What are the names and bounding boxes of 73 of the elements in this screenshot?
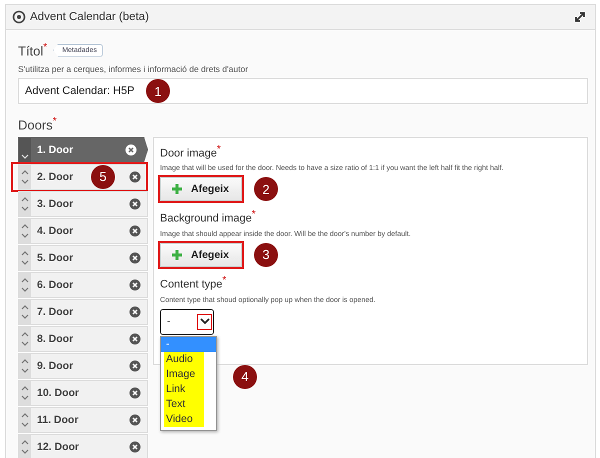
add-button[interactable]: Afegeix (160, 177, 242, 202)
door-label: 10. Door (37, 386, 80, 399)
chevron-down-icon[interactable] (200, 318, 210, 326)
move-up-icon[interactable] (21, 276, 29, 283)
field-label: Títol$^{*}$ (18, 42, 48, 58)
move-down-icon[interactable] (21, 314, 29, 320)
door-label: 9. Door (37, 360, 74, 372)
remove-icon[interactable] (129, 440, 141, 453)
callout-number: 2 (254, 177, 278, 202)
move-down-icon[interactable] (21, 368, 29, 374)
remove-icon[interactable] (129, 252, 141, 264)
expand-icon[interactable] (573, 10, 587, 24)
remove-icon[interactable] (129, 306, 141, 318)
door-label: 2. Door (37, 170, 74, 183)
callout-number: 3 (254, 242, 278, 267)
plus-icon (171, 248, 183, 261)
remove-icon[interactable] (129, 360, 141, 372)
door-list-item[interactable]: 10. Door (18, 380, 148, 406)
move-down-icon[interactable] (21, 260, 29, 266)
remove-icon[interactable] (129, 332, 141, 345)
remove-icon[interactable] (129, 198, 141, 210)
plus-icon (171, 183, 183, 196)
move-down-icon[interactable] (21, 232, 29, 239)
move-down-icon[interactable] (21, 422, 29, 428)
door-list-item[interactable]: 6. Door (18, 272, 148, 298)
app-icon (12, 10, 26, 24)
door-label: 4. Door (37, 224, 74, 237)
door-list-item[interactable]: 8. Door (18, 326, 148, 352)
move-up-icon[interactable] (21, 384, 29, 391)
door-label: 3. Door (37, 198, 74, 210)
field-description: S'utilitza per a cerques, informes i informació de drets d'autor (18, 64, 250, 74)
move-down-icon[interactable] (21, 394, 29, 401)
remove-icon[interactable] (129, 278, 141, 291)
remove-icon[interactable] (125, 144, 137, 156)
remove-icon[interactable] (129, 414, 141, 426)
door-label: 6. Door (37, 278, 74, 291)
move-down-icon[interactable] (21, 206, 29, 212)
door-list-item[interactable]: 5. Door (18, 244, 148, 271)
door-list-item[interactable]: 3. Door (18, 190, 148, 217)
door-label: 11. Door (37, 414, 78, 426)
move-down-icon[interactable] (21, 340, 29, 347)
move-up-icon[interactable] (21, 358, 29, 364)
move-up-icon[interactable] (21, 412, 29, 418)
field-label: Doors$^{*}$ (18, 116, 58, 133)
door-list-item[interactable]: 9. Door (18, 352, 148, 379)
callout-number: 4 (233, 364, 257, 389)
door-list-item[interactable]: 1. Door (18, 136, 148, 163)
move-down-icon[interactable] (21, 448, 29, 455)
move-up-icon[interactable] (21, 168, 29, 175)
move-up-icon[interactable] (21, 196, 29, 202)
door-list-item[interactable]: 11. Door (18, 406, 148, 433)
remove-icon[interactable] (129, 170, 141, 183)
move-up-icon[interactable] (21, 438, 29, 445)
door-list-item[interactable]: 12. Door (18, 434, 148, 458)
door-label: 7. Door (37, 306, 74, 318)
door-label: 5. Door (37, 252, 74, 264)
move-up-icon[interactable] (21, 250, 29, 256)
move-down-icon[interactable] (21, 286, 29, 293)
door-label: 12. Door (37, 440, 80, 453)
move-down-icon[interactable] (21, 178, 29, 185)
content-type-select[interactable]: - (160, 308, 214, 335)
door-label: 1. Door (37, 144, 74, 156)
remove-icon[interactable] (129, 386, 141, 399)
door-label: 8. Door (37, 332, 74, 345)
remove-icon[interactable] (129, 224, 141, 237)
callout-number: 5 (91, 164, 115, 189)
move-up-icon[interactable] (21, 222, 29, 229)
add-button[interactable]: Afegeix (160, 242, 242, 267)
move-up-icon[interactable] (21, 330, 29, 337)
door-list-item[interactable]: 4. Door (18, 218, 148, 244)
door-list-item[interactable]: 7. Door (18, 298, 148, 325)
window-title: Advent Calendar (beta) (30, 11, 150, 23)
move-up-icon[interactable] (21, 304, 29, 310)
